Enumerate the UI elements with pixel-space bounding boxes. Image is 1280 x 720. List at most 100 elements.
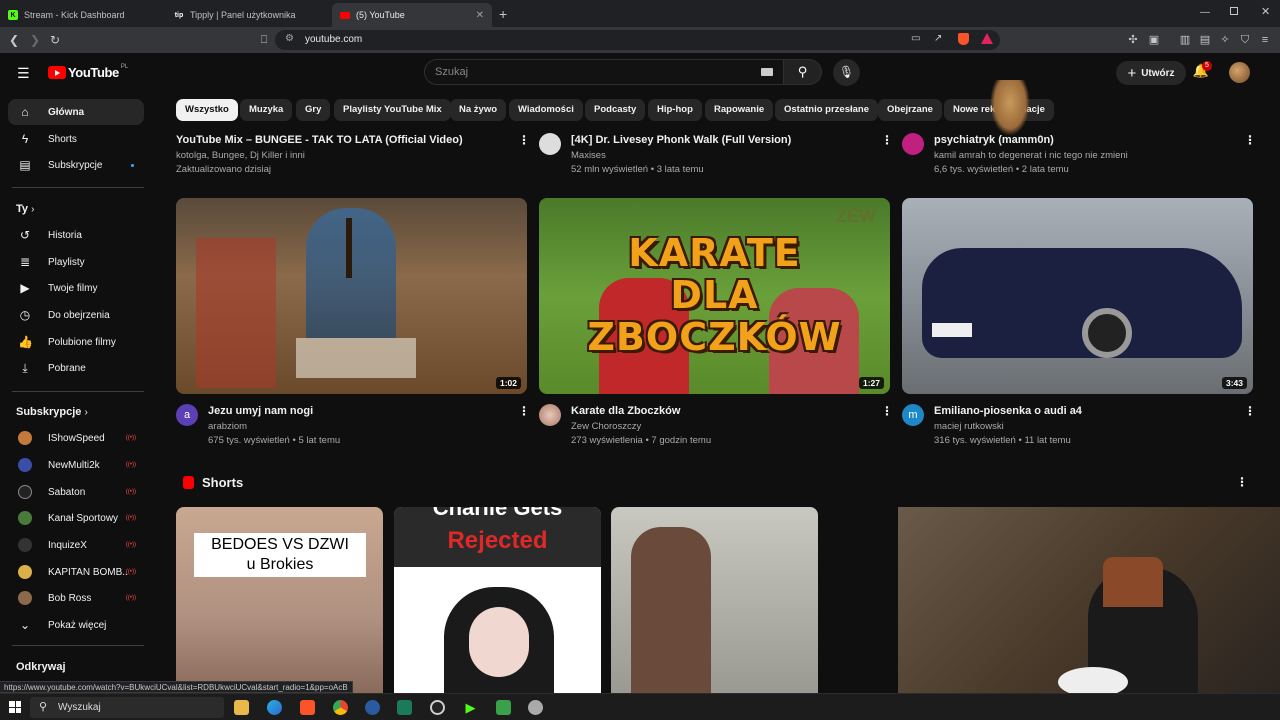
sidebar-sub-bob-ross[interactable]: Bob Ross ((•))	[8, 585, 144, 611]
more-options-icon[interactable]: ⋮	[518, 133, 530, 147]
new-tab-button[interactable]: +	[499, 6, 507, 22]
chip-all[interactable]: Wszystko	[176, 99, 238, 121]
address-bar[interactable]: ⚙ youtube.com ▭ ↗	[275, 30, 1000, 50]
more-options-icon[interactable]: ⋮	[1236, 475, 1248, 489]
chip-recently-uploaded[interactable]: Ostatnio przesłane	[775, 99, 878, 121]
edge-browser-icon[interactable]	[267, 700, 282, 715]
search-button[interactable]: ⚲	[784, 59, 822, 85]
more-options-icon[interactable]: ⋮	[1244, 404, 1256, 418]
brave-shields-icon[interactable]	[958, 33, 969, 45]
chip-watched[interactable]: Obejrzane	[878, 99, 942, 121]
sidebar-show-more[interactable]: ⌄ Pokaż więcej	[8, 612, 144, 638]
chip-games[interactable]: Gry	[296, 99, 331, 121]
search-box[interactable]	[424, 59, 784, 85]
chip-music[interactable]: Muzyka	[240, 99, 293, 121]
more-options-icon[interactable]: ⋮	[1244, 133, 1256, 147]
video-title[interactable]: [4K] Dr. Livesey Phonk Walk (Full Versio…	[571, 134, 791, 146]
chip-hiphop[interactable]: Hip-hop	[648, 99, 702, 121]
reload-icon[interactable]: ↻	[47, 32, 63, 48]
sidebar-item-shorts[interactable]: ϟ Shorts	[8, 126, 144, 152]
file-explorer-icon[interactable]	[234, 700, 249, 715]
minimize-window-icon[interactable]: —	[1200, 7, 1210, 18]
video-title[interactable]: psychiatryk (mamm0n)	[934, 134, 1054, 146]
brave-browser-icon[interactable]	[300, 700, 315, 715]
sidebar-item-home[interactable]: ⌂ Główna	[8, 99, 144, 125]
taskbar-search[interactable]: ⚲ Wyszukaj	[30, 697, 224, 718]
chip-news[interactable]: Wiadomości	[509, 99, 583, 121]
short-card[interactable]	[611, 507, 818, 693]
browser-tab-youtube[interactable]: (5) YouTube ✕	[332, 3, 492, 27]
video-channel[interactable]: Maxises	[571, 150, 606, 161]
sidebar-item-liked[interactable]: 👍 Polubione filmy	[8, 329, 144, 355]
video-channel[interactable]: maciej rutkowski	[934, 421, 1004, 432]
video-thumbnail[interactable]: 3:43	[902, 198, 1253, 394]
close-tab-icon[interactable]: ✕	[476, 10, 484, 21]
bookmark-icon[interactable]: ⎕	[256, 32, 272, 48]
menu-icon[interactable]: ≡	[1258, 33, 1272, 47]
obs-studio-icon[interactable]	[430, 700, 445, 715]
voice-search-button[interactable]: 🎙	[833, 59, 860, 86]
sidebar-sub-ishowspeed[interactable]: IShowSpeed ((•))	[8, 425, 144, 451]
sidebar-sub-kapitan-bomba[interactable]: KAPITAN BOMB... ((•))	[8, 559, 144, 585]
restore-window-icon[interactable]	[1230, 7, 1238, 15]
brave-rewards-icon[interactable]	[981, 33, 993, 44]
browser-tab-tipply[interactable]: tip Tipply | Panel użytkownika	[166, 3, 331, 27]
youtube-logo[interactable]: YouTube PL	[48, 64, 128, 80]
video-channel[interactable]: arabziom	[208, 421, 247, 432]
sidebar-item-history[interactable]: ↺ Historia	[8, 222, 144, 248]
share-icon[interactable]: ↗	[934, 33, 942, 44]
sidebar-item-your-videos[interactable]: ▶ Twoje filmy	[8, 275, 144, 301]
chrome-browser-icon[interactable]	[333, 700, 348, 715]
site-info-icon[interactable]: ⚙	[285, 33, 294, 44]
leo-ai-icon[interactable]: ✧	[1218, 33, 1232, 47]
chip-live[interactable]: Na żywo	[450, 99, 507, 121]
more-options-icon[interactable]: ⋮	[518, 404, 530, 418]
video-thumbnail[interactable]: KARATE DLA ZBOCZKÓW ZEW 1:27	[539, 198, 890, 394]
hamburger-menu-icon[interactable]: ☰	[17, 65, 30, 82]
video-title[interactable]: Jezu umyj nam nogi	[208, 405, 313, 417]
sidebar-item-subscriptions[interactable]: ▤ Subskrypcje	[8, 152, 144, 178]
channel-avatar[interactable]	[902, 133, 924, 155]
cast-icon[interactable]: ▭	[911, 33, 920, 44]
sidebar-item-watch-later[interactable]: ◷ Do obejrzenia	[8, 302, 144, 328]
video-channel[interactable]: kamil amrah to degenerat i nic tego nie …	[934, 150, 1128, 161]
app-icon[interactable]	[496, 700, 511, 715]
channel-avatar[interactable]: a	[176, 404, 198, 426]
channel-avatar[interactable]	[539, 133, 561, 155]
app-icon[interactable]	[528, 700, 543, 715]
video-channel[interactable]: Zew Choroszczy	[571, 421, 641, 432]
account-avatar[interactable]	[1229, 62, 1250, 83]
create-button[interactable]: + Utwórz	[1116, 61, 1186, 85]
sidebar-sub-kanal-sportowy[interactable]: Kanał Sportowy ((•))	[8, 505, 144, 531]
sidebar-item-playlists[interactable]: ≣ Playlisty	[8, 249, 144, 275]
sidebar-sub-inquizex[interactable]: InquizeX ((•))	[8, 532, 144, 558]
more-options-icon[interactable]: ⋮	[881, 404, 893, 418]
back-arrow-icon[interactable]: ❮	[6, 32, 22, 48]
wallet-icon[interactable]: ▤	[1198, 33, 1212, 47]
media-player-icon[interactable]: ▶	[463, 700, 478, 715]
keyboard-icon[interactable]	[761, 68, 773, 76]
url-text[interactable]: youtube.com	[305, 34, 362, 45]
chip-rap[interactable]: Rapowanie	[705, 99, 774, 121]
chip-youtube-mix[interactable]: Playlisty YouTube Mix	[334, 99, 451, 121]
close-window-icon[interactable]: ✕	[1261, 5, 1270, 18]
video-thumbnail[interactable]: 1:02	[176, 198, 527, 394]
app-icon[interactable]	[365, 700, 380, 715]
channel-avatar[interactable]	[539, 404, 561, 426]
short-card[interactable]: Charlie Gets Rejected	[394, 507, 601, 693]
browser-tab-kick[interactable]: K Stream - Kick Dashboard	[0, 3, 165, 27]
sidebar-sub-sabaton[interactable]: Sabaton ((•))	[8, 479, 144, 505]
video-title[interactable]: Emiliano-piosenka o audi a4	[934, 405, 1082, 417]
video-channel[interactable]: kotolga, Bungee, Dj Killer i inni	[176, 150, 305, 161]
more-options-icon[interactable]: ⋮	[881, 133, 893, 147]
app-icon[interactable]	[397, 700, 412, 715]
you-section-header[interactable]: Ty ›	[16, 203, 34, 215]
video-title[interactable]: Karate dla Zboczków	[571, 405, 680, 417]
channel-avatar[interactable]: m	[902, 404, 924, 426]
short-card[interactable]: BEDOES VS DZWI u Brokies	[176, 507, 383, 693]
sidebar-item-downloads[interactable]: ⤓ Pobrane	[8, 355, 144, 381]
vpn-icon[interactable]: ⛉	[1238, 33, 1252, 47]
sidebar-toggle-icon[interactable]: ▥	[1178, 33, 1192, 47]
chip-podcasts[interactable]: Podcasty	[585, 99, 646, 121]
forward-arrow-icon[interactable]: ❯	[27, 32, 43, 48]
